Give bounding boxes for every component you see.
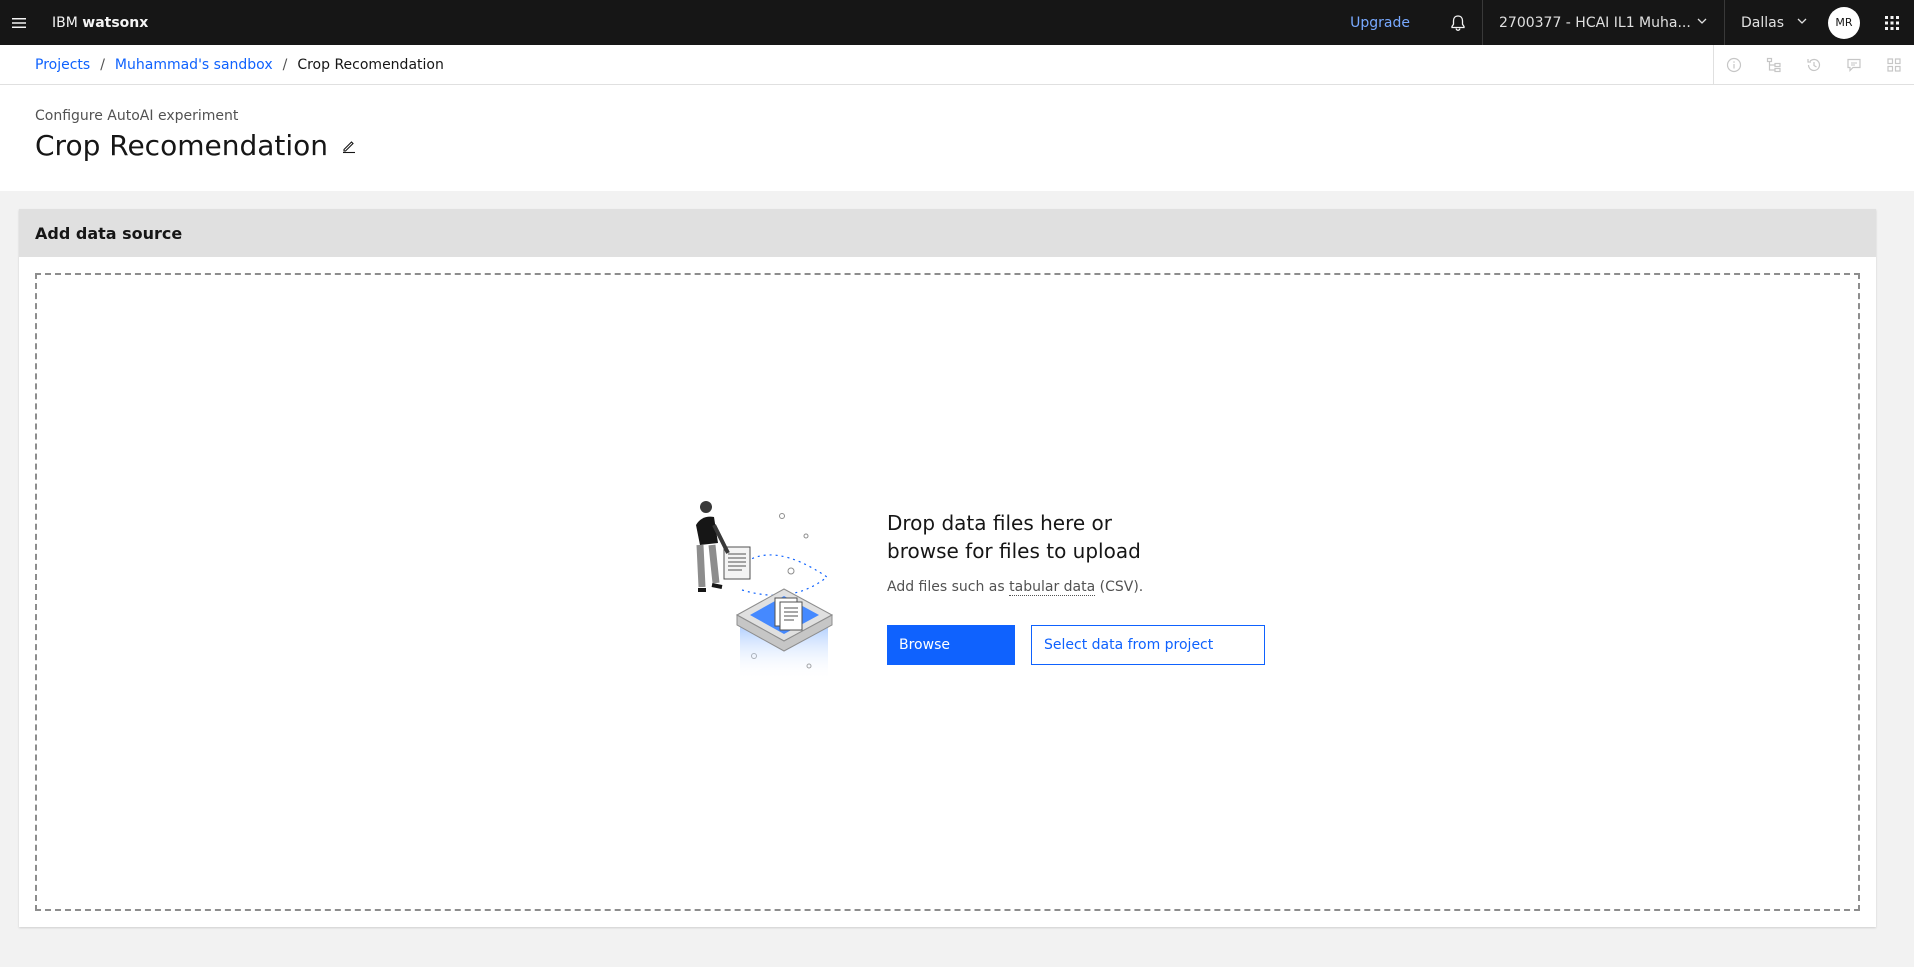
- chat-icon[interactable]: [1834, 45, 1874, 85]
- brand-product: watsonx: [82, 14, 149, 31]
- page-title: Crop Recomendation: [35, 129, 329, 162]
- helper-suffix: (CSV).: [1099, 579, 1144, 595]
- dropzone-heading-line2: browse for files to upload: [887, 539, 1141, 563]
- breadcrumb: Projects / Muhammad's sandbox / Crop Rec…: [35, 57, 444, 73]
- breadcrumb-separator: /: [282, 56, 288, 73]
- page-toolbar: [1713, 45, 1914, 85]
- region-label: Dallas: [1741, 14, 1785, 31]
- browse-button[interactable]: Browse: [887, 625, 1015, 665]
- tabular-data-tooltip-trigger[interactable]: tabular data: [1009, 579, 1096, 596]
- hamburger-menu-icon[interactable]: [0, 0, 38, 45]
- page-subtitle: Configure AutoAI experiment: [35, 108, 239, 124]
- breadcrumb-separator: /: [100, 56, 105, 73]
- brand-prefix: IBM: [52, 14, 78, 31]
- product-name[interactable]: IBM watsonx: [52, 15, 148, 31]
- add-data-source-card: Add data source Drop data files here or …: [19, 209, 1876, 927]
- notifications-bell-icon[interactable]: [1434, 0, 1482, 45]
- account-switcher[interactable]: 2700377 - HCAI IL1 Muha...: [1482, 0, 1724, 45]
- dropzone-heading: Drop data files here or browse for files…: [887, 509, 1247, 565]
- info-icon[interactable]: [1714, 45, 1754, 85]
- chevron-down-icon: [1696, 15, 1708, 31]
- breadcrumb-projects[interactable]: Projects: [35, 57, 90, 73]
- chevron-down-icon: [1796, 15, 1808, 31]
- history-icon[interactable]: [1794, 45, 1834, 85]
- select-data-from-project-button[interactable]: Select data from project: [1031, 625, 1265, 665]
- breadcrumb-current: Crop Recomendation: [297, 56, 444, 73]
- edit-pencil-icon[interactable]: [340, 137, 358, 155]
- page-header: Configure AutoAI experiment Crop Recomen…: [0, 85, 1914, 191]
- helper-prefix: Add files such as: [887, 579, 1005, 595]
- dropzone-helper-text: Add files such as tabular data (CSV).: [887, 579, 1247, 596]
- upload-illustration: [682, 495, 862, 695]
- account-label: 2700377 - HCAI IL1 Muha...: [1499, 14, 1691, 31]
- user-avatar[interactable]: MR: [1828, 6, 1860, 39]
- file-dropzone[interactable]: Drop data files here or browse for files…: [35, 273, 1860, 911]
- dropzone-heading-line1: Drop data files here or: [887, 511, 1112, 535]
- breadcrumb-bar: Projects / Muhammad's sandbox / Crop Rec…: [0, 45, 1914, 85]
- breadcrumb-sandbox[interactable]: Muhammad's sandbox: [115, 57, 273, 73]
- global-header: IBM watsonx Upgrade 2700377 - HCAI IL1 M…: [0, 0, 1914, 45]
- card-title: Add data source: [19, 209, 1876, 257]
- tree-icon[interactable]: [1754, 45, 1794, 85]
- apps-icon[interactable]: [1874, 45, 1914, 85]
- app-switcher-icon[interactable]: [1870, 0, 1914, 45]
- upgrade-link[interactable]: Upgrade: [1326, 0, 1434, 45]
- region-switcher[interactable]: Dallas: [1724, 0, 1824, 45]
